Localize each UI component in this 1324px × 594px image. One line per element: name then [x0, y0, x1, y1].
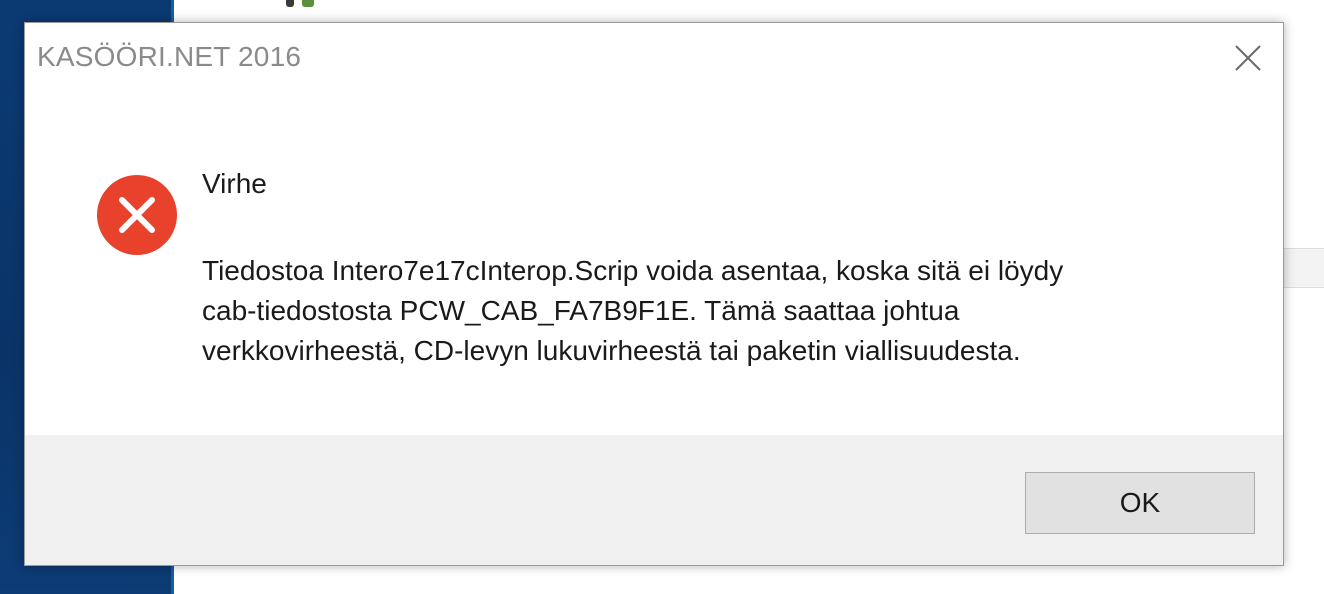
error-message: Tiedostoa Intero7e17cInterop.Scrip voida…: [202, 251, 1202, 371]
close-button[interactable]: [1223, 33, 1273, 83]
screen: KASÖÖRI.NET 2016 Virhe Tiedostoa Intero7…: [0, 0, 1324, 594]
dialog-footer: OK: [25, 435, 1283, 565]
background-window-strip: [1284, 248, 1324, 288]
ok-button[interactable]: OK: [1025, 472, 1255, 534]
error-dialog: KASÖÖRI.NET 2016 Virhe Tiedostoa Intero7…: [24, 22, 1284, 566]
error-heading: Virhe: [202, 168, 267, 199]
error-message-line: cab-tiedostosta PCW_CAB_FA7B9F1E. Tämä s…: [202, 295, 960, 326]
error-message-line: verkkovirheestä, CD-levyn lukuvirheestä …: [202, 335, 1021, 366]
close-icon: [1235, 45, 1261, 71]
background-window-icons: [286, 0, 346, 7]
dialog-title: KASÖÖRI.NET 2016: [37, 41, 302, 72]
error-message-line: Tiedostoa Intero7e17cInterop.Scrip voida…: [202, 255, 1064, 286]
error-icon: [95, 173, 179, 257]
